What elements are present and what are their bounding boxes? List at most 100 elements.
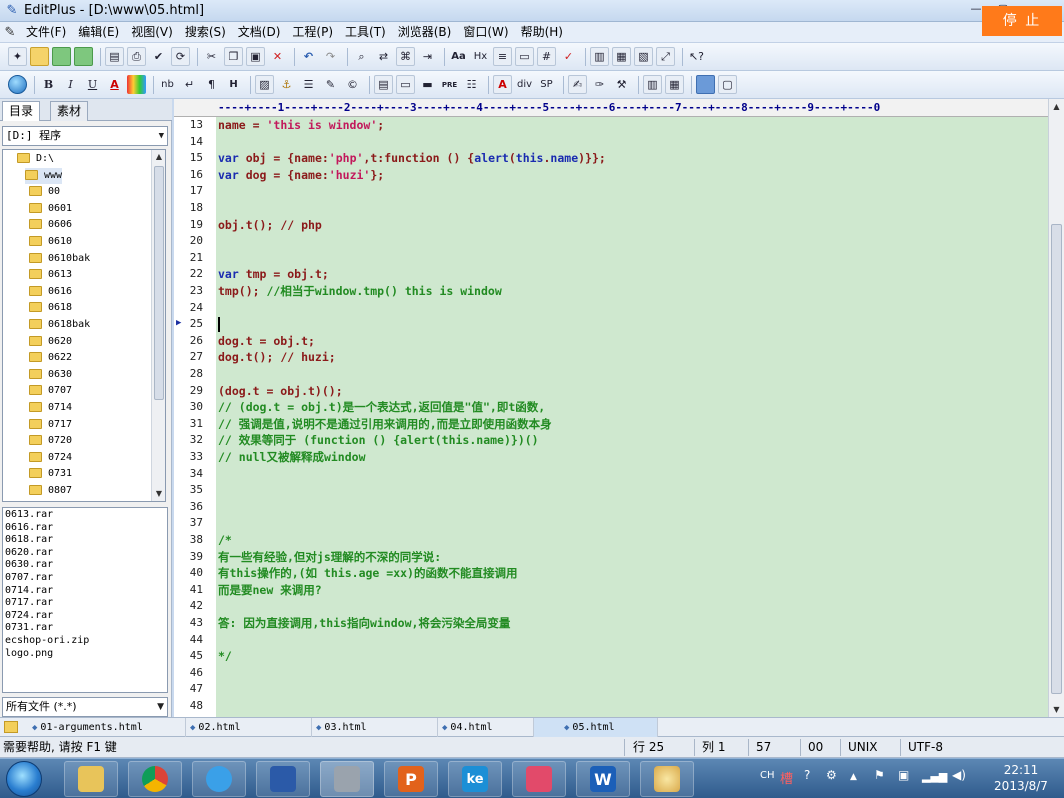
folder-tree-scrollbar[interactable]: ▲ ▼ [151,150,165,501]
ime-icon[interactable]: 槽 [780,768,793,787]
scroll-thumb[interactable] [1051,224,1062,694]
tree-folder[interactable]: 0618 [29,300,72,316]
taskbar-clock[interactable]: 22:11 2013/8/7 [986,762,1056,794]
file-list-item[interactable]: 0613.rar [5,509,53,521]
tree-folder[interactable]: 0606 [29,217,72,233]
taskbar-powerpoint[interactable]: P [384,761,438,797]
show-hidden-icons[interactable]: ▲ [850,772,857,782]
color-palette-icon[interactable] [127,75,146,94]
tools-icon[interactable]: ⚒ [612,75,631,94]
tree-folder[interactable]: 0720 [29,433,72,449]
help-icon[interactable]: ? [804,768,810,782]
frame-icon[interactable]: ▬ [418,75,437,94]
browser-globe-icon[interactable] [8,75,27,94]
edit-pencil-icon[interactable]: ✎ [321,75,340,94]
horizontal-rule-button[interactable]: H [224,75,243,94]
doc-tab-04[interactable]: ◆ 04.html [438,718,534,737]
color-picker-icon[interactable] [696,75,715,94]
action-center-flag-icon[interactable]: ⚑ [874,768,885,782]
menu-document[interactable]: 文档(D) [232,22,287,43]
line-break-button[interactable]: ↵ [180,75,199,94]
tree-folder[interactable]: 0610bak [29,251,90,267]
abs-button[interactable]: A [493,75,512,94]
paragraph-button[interactable]: ¶ [202,75,221,94]
form-icon[interactable]: ▤ [374,75,393,94]
file-list-item[interactable]: 0714.rar [5,585,53,597]
taskbar-ke[interactable]: ke [448,761,502,797]
doc-tab-01-arguments[interactable]: ◆ 01-arguments.html [28,718,186,737]
taskbar-word[interactable]: W [576,761,630,797]
table-icon[interactable]: ☰ [299,75,318,94]
anchor-icon[interactable]: ⚓ [277,75,296,94]
stop-button[interactable]: 停 止 [982,6,1062,36]
input-language[interactable]: CH [760,770,775,781]
word-wrap-icon[interactable]: ≡ [493,47,512,66]
file-list-item[interactable]: 0731.rar [5,622,53,634]
open-folder-icon[interactable] [30,47,49,66]
tab-directory[interactable]: 目录 [2,101,41,121]
menu-help[interactable]: 帮助(H) [515,22,569,43]
underline-button[interactable]: U [83,75,102,94]
scroll-down-icon[interactable]: ▼ [1049,702,1064,717]
taskbar-editplus[interactable] [320,761,374,797]
file-list-item[interactable]: ecshop-ori.zip [5,635,89,647]
tree-folder[interactable]: 0620 [29,334,72,350]
menu-project[interactable]: 工程(P) [286,22,339,43]
taskbar-virtualbox[interactable] [256,761,310,797]
div-button[interactable]: div [515,75,534,94]
tree-folder[interactable]: 0613 [29,267,72,283]
directory-window-icon[interactable]: ▦ [612,47,631,66]
window-icon[interactable]: ▢ [718,75,737,94]
scroll-thumb[interactable] [154,166,164,400]
drive-select[interactable]: [D:] 程序 ▼ [2,126,168,146]
tree-folder[interactable]: 0724 [29,450,72,466]
browser-preview-icon[interactable]: ⟳ [171,47,190,66]
tree-folder[interactable]: www [25,167,63,184]
find-in-files-icon[interactable]: ⌘ [396,47,415,66]
print-icon[interactable]: ⎙ [127,47,146,66]
menu-tools[interactable]: 工具(T) [339,22,392,43]
output-window-icon[interactable]: ▥ [590,47,609,66]
font-size-icon[interactable]: Aa [449,47,468,66]
menu-file[interactable]: 文件(F) [20,22,72,43]
span-button[interactable]: SP [537,75,556,94]
doc-tab-02[interactable]: ◆ 02.html [186,718,312,737]
save-all-icon[interactable] [74,47,93,66]
goto-line-icon[interactable]: ⇥ [418,47,437,66]
find-icon[interactable]: ⌕ [352,47,371,66]
tree-folder[interactable]: 0807 [29,483,72,499]
start-button[interactable] [6,761,42,797]
network-icon[interactable]: ▂▄▆ [922,770,947,783]
input-icon[interactable]: ▭ [396,75,415,94]
undo-icon[interactable]: ↶ [299,47,318,66]
bold-button[interactable]: B [39,75,58,94]
settings-icon[interactable]: ⚙ [826,768,837,782]
taskbar-qq[interactable] [192,761,246,797]
redo-icon[interactable]: ↷ [321,47,340,66]
file-list-item[interactable]: 0620.rar [5,547,53,559]
spellcheck-icon[interactable]: ✔ [149,47,168,66]
tree-folder[interactable]: 0630 [29,367,72,383]
editor-scrollbar[interactable]: ▲ ▼ [1048,99,1064,717]
taskbar-paint[interactable] [640,761,694,797]
tree-folder[interactable]: 0717 [29,417,72,433]
ruler-toggle-icon[interactable]: ▭ [515,47,534,66]
tree-folder[interactable]: 0618bak [29,317,90,333]
image-icon[interactable]: ▨ [255,75,274,94]
file-list-item[interactable]: 0616.rar [5,522,53,534]
script-icon[interactable]: ✑ [590,75,609,94]
pre-button[interactable]: PRE [440,75,459,94]
code-editor[interactable]: name = 'this is window'; var obj = {name:… [216,117,1048,717]
layout-icon[interactable]: ▥ [643,75,662,94]
save-icon[interactable] [52,47,71,66]
paste-icon[interactable]: ▣ [246,47,265,66]
file-filter-select[interactable]: 所有文件 (*.*) ▼ [2,697,168,717]
file-list-item[interactable]: 0717.rar [5,597,53,609]
copy-icon[interactable]: ❐ [224,47,243,66]
tree-folder[interactable]: 00 [29,184,60,200]
font-color-button[interactable]: A [105,75,124,94]
scroll-up-icon[interactable]: ▲ [1049,99,1064,114]
menu-search[interactable]: 搜索(S) [179,22,232,43]
file-list-item[interactable]: 0707.rar [5,572,53,584]
doc-tab-05-active[interactable]: ◆ 05.html [534,718,658,737]
